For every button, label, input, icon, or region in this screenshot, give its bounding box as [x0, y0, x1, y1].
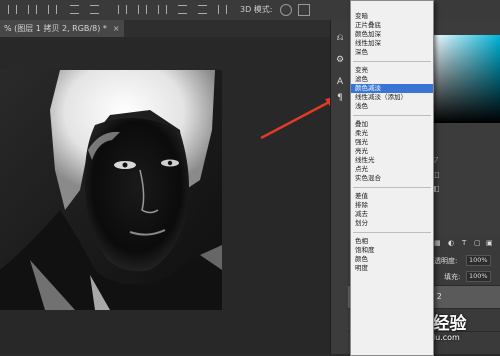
3d-rotate-icon[interactable]: [280, 4, 292, 16]
blend-mode-option[interactable]: 颜色加深: [351, 30, 433, 39]
close-icon[interactable]: ×: [113, 24, 120, 33]
panel-icon-strip: ⎌ ⚙ A ¶: [330, 20, 349, 354]
blend-mode-option[interactable]: [351, 3, 433, 12]
fill-label: 填充:: [444, 273, 461, 281]
blend-mode-option[interactable]: 实色混合: [351, 174, 433, 183]
filter-smart-icon[interactable]: ▣: [486, 239, 493, 247]
menu-separator: [353, 187, 431, 188]
menu-separator: [353, 115, 431, 116]
blend-mode-menu[interactable]: 变暗 正片叠底 颜色加深 线性加深 深色变亮 滤色 颜色减淡 线性减淡（添加） 浅色叠加 柔光 强光…: [350, 0, 434, 356]
document-tab-bar: % (图层 1 拷贝 2, RGB/8) * ×: [0, 20, 330, 38]
blend-mode-option[interactable]: 线性减淡（添加）: [351, 93, 433, 102]
filter-type-icon[interactable]: T: [462, 239, 466, 247]
blend-mode-option[interactable]: 差值: [351, 192, 433, 201]
blend-mode-option[interactable]: 浅色: [351, 102, 433, 111]
blend-mode-option[interactable]: 亮光: [351, 147, 433, 156]
filter-shape-icon[interactable]: ▢: [474, 239, 481, 247]
align-right-icon[interactable]: [48, 5, 57, 14]
document-image[interactable]: [0, 70, 222, 310]
color-picker-field[interactable]: [430, 35, 500, 123]
properties-icon[interactable]: ⚙: [334, 54, 346, 66]
menu-separator: [353, 232, 431, 233]
blend-mode-option[interactable]: 变亮: [351, 66, 433, 75]
character-icon[interactable]: A: [334, 76, 346, 88]
blend-mode-option[interactable]: 深色: [351, 48, 433, 57]
fill-input[interactable]: 100%: [466, 271, 491, 282]
auto-align-icon[interactable]: [218, 5, 227, 14]
distribute-left-icon[interactable]: [118, 5, 127, 14]
blend-mode-option[interactable]: 线性光: [351, 156, 433, 165]
inverted-portrait-image: [0, 70, 222, 310]
document-tab-title: % (图层 1 拷贝 2, RGB/8) *: [4, 24, 107, 33]
blend-mode-option[interactable]: 变暗: [351, 12, 433, 21]
blend-mode-option[interactable]: 划分: [351, 219, 433, 228]
blend-mode-option[interactable]: 柔光: [351, 129, 433, 138]
align-left-icon[interactable]: [8, 5, 17, 14]
distribute-right-icon[interactable]: [158, 5, 167, 14]
blend-mode-option[interactable]: 明度: [351, 264, 433, 273]
opacity-label: 透明度:: [434, 257, 458, 265]
blend-mode-option[interactable]: 排除: [351, 201, 433, 210]
blend-mode-option[interactable]: 正片叠底: [351, 21, 433, 30]
align-top-icon[interactable]: [70, 5, 79, 14]
blend-mode-option[interactable]: 线性加深: [351, 39, 433, 48]
filter-adjust-icon[interactable]: ◐: [448, 239, 454, 247]
distribute-bottom-icon[interactable]: [198, 5, 207, 14]
opacity-input[interactable]: 100%: [466, 255, 491, 266]
blend-mode-option[interactable]: 色相: [351, 237, 433, 246]
3d-mode-label: 3D 模式:: [240, 5, 273, 14]
blend-mode-option[interactable]: 叠加: [351, 120, 433, 129]
blend-mode-option[interactable]: 强光: [351, 138, 433, 147]
blend-mode-option[interactable]: 滤色: [351, 75, 433, 84]
blend-mode-option[interactable]: 减去: [351, 210, 433, 219]
paragraph-icon[interactable]: ¶: [334, 92, 346, 104]
align-middle-icon[interactable]: [90, 5, 99, 14]
align-center-icon[interactable]: [28, 5, 37, 14]
blend-mode-option[interactable]: 颜色减淡: [351, 84, 433, 93]
3d-pan-icon[interactable]: [298, 4, 310, 16]
document-tab[interactable]: % (图层 1 拷贝 2, RGB/8) * ×: [0, 20, 124, 37]
distribute-top-icon[interactable]: [178, 5, 187, 14]
blend-mode-option[interactable]: 点光: [351, 165, 433, 174]
menu-separator: [353, 61, 431, 62]
filter-pixel-icon[interactable]: ▦: [434, 239, 441, 247]
blend-mode-option[interactable]: 颜色: [351, 255, 433, 264]
distribute-center-icon[interactable]: [138, 5, 147, 14]
history-icon[interactable]: ⎌: [334, 32, 346, 44]
blend-mode-option[interactable]: 饱和度: [351, 246, 433, 255]
